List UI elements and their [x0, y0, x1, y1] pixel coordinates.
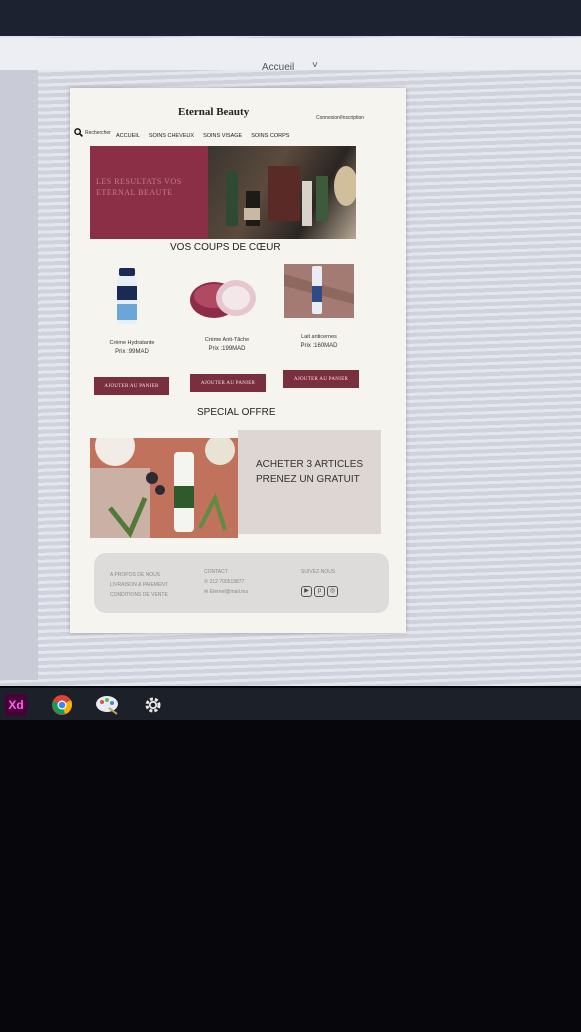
- login-link[interactable]: Connexion/Inscription: [316, 115, 364, 121]
- xd-app-button[interactable]: Xd: [3, 692, 29, 718]
- xd-app-label: Xd: [5, 694, 27, 716]
- footer-link-delivery[interactable]: LIVRAISON & PAIEMENT: [110, 580, 168, 590]
- search-label: Rechercher: [85, 129, 111, 136]
- product-name: Crème Anti-Tâche: [204, 337, 250, 343]
- product-name: Lait anticernes: [301, 334, 337, 340]
- footer-contact-title: CONTACT: [204, 569, 228, 575]
- hero-product-photo: [208, 146, 356, 239]
- taskbar: [0, 688, 581, 720]
- hero-text: LES RESULTATS VOS ETERNAL BEAUTE: [96, 177, 182, 197]
- footer-phone: ✆ 212 700519877: [204, 577, 248, 587]
- chrome-icon[interactable]: [49, 692, 75, 718]
- footer-contact: CONTACT ✆ 212 700519877 ✉ Eternel@mail.m…: [204, 567, 248, 597]
- special-offer-line-2: PRENEZ UN GRATUIT: [256, 474, 360, 485]
- search-box[interactable]: Rechercher: [74, 128, 111, 137]
- product-name: Crème Hydratante: [109, 340, 155, 346]
- nav-item-accueil[interactable]: ACCUEIL: [116, 133, 140, 139]
- footer-link-terms[interactable]: CONDITIONS DE VENTE: [110, 590, 168, 600]
- footer-phone-text: 212 700519877: [209, 579, 245, 585]
- left-toolbar: [0, 70, 38, 680]
- footer-follow-title: SUIVEZ-NOUS: [301, 569, 336, 575]
- hero-text-panel: LES RESULTATS VOS ETERNAL BEAUTE: [90, 146, 208, 239]
- add-to-cart-button[interactable]: AJOUTER AU PANIER: [283, 370, 359, 388]
- paint-icon[interactable]: [94, 692, 120, 718]
- main-nav: ACCUEIL SOINS CHEVEUX SOINS VISAGE SOINS…: [116, 133, 289, 139]
- product-image-creme-hydratante[interactable]: [114, 268, 140, 328]
- youtube-icon[interactable]: ▶: [301, 586, 312, 597]
- product-price: Prix :99MAD: [115, 349, 149, 355]
- favorites-title: VOS COUPS DE CŒUR: [170, 242, 281, 253]
- offer-product-photo[interactable]: [90, 438, 238, 538]
- add-to-cart-button[interactable]: AJOUTER AU PANIER: [190, 374, 266, 392]
- special-offer-box[interactable]: ACHETER 3 ARTICLES PRENEZ UN GRATUIT: [238, 430, 381, 534]
- footer-links: A PROPOS DE NOUS LIVRAISON & PAIEMENT CO…: [110, 570, 168, 600]
- product-image-creme-anti-tache[interactable]: [188, 276, 258, 320]
- footer-email[interactable]: ✉ Eternel@mail.ma: [204, 587, 248, 597]
- monitor-bezel: [0, 0, 581, 40]
- nav-item-soins-cheveux[interactable]: SOINS CHEVEUX: [149, 133, 194, 139]
- artboard-page[interactable]: Eternal Beauty Connexion/Inscription Rec…: [70, 88, 406, 633]
- social-icons: ▶ p ◎: [301, 586, 338, 597]
- hero-bottles-graphic: [226, 166, 356, 226]
- special-offer-text: ACHETER 3 ARTICLES PRENEZ UN GRATUIT: [256, 457, 363, 487]
- product-price: Prix :160MAD: [300, 343, 338, 349]
- product-price: Prix :199MAD: [208, 346, 246, 352]
- add-to-cart-button[interactable]: AJOUTER AU PANIER: [94, 377, 169, 395]
- footer-link-about[interactable]: A PROPOS DE NOUS: [110, 570, 168, 580]
- search-icon[interactable]: [74, 128, 83, 137]
- window-title[interactable]: Accueil: [262, 62, 294, 73]
- pinterest-icon[interactable]: p: [314, 586, 325, 597]
- nav-item-soins-visage[interactable]: SOINS VISAGE: [203, 133, 242, 139]
- chevron-down-icon[interactable]: ˅: [312, 60, 318, 71]
- settings-icon[interactable]: [140, 692, 166, 718]
- special-offer-title: SPECIAL OFFRE: [197, 407, 276, 418]
- offer-products-graphic: [90, 438, 235, 538]
- site-footer: A PROPOS DE NOUS LIVRAISON & PAIEMENT CO…: [94, 553, 389, 613]
- instagram-icon[interactable]: ◎: [327, 586, 338, 597]
- hero-banner[interactable]: LES RESULTATS VOS ETERNAL BEAUTE: [90, 146, 356, 239]
- product-image-lait-anticernes[interactable]: [284, 264, 354, 318]
- brand-logo[interactable]: Eternal Beauty: [178, 106, 249, 118]
- special-offer-line-1: ACHETER 3 ARTICLES: [256, 459, 364, 470]
- nav-item-soins-corps[interactable]: SOINS CORPS: [251, 133, 289, 139]
- footer-email-text: Eternel@mail.ma: [209, 589, 249, 595]
